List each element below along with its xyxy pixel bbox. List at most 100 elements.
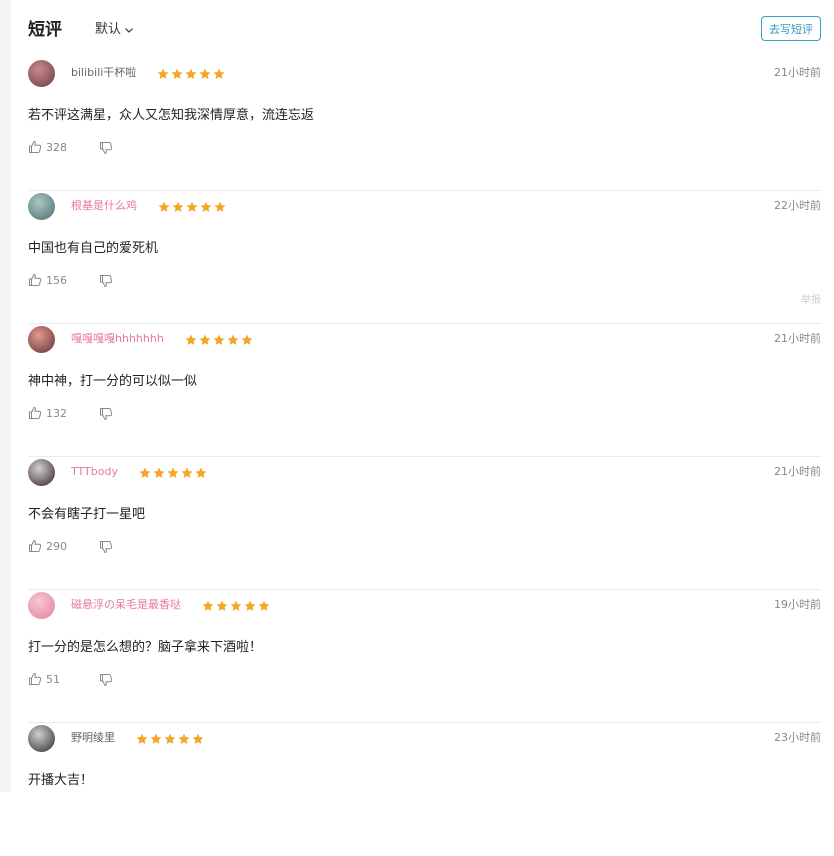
like-count: 156	[46, 273, 67, 287]
review-actions: 51	[28, 671, 113, 687]
write-review-button[interactable]: 去写短评	[761, 16, 821, 41]
thumbs-down-icon	[100, 408, 113, 421]
thumbs-up-icon	[29, 406, 42, 419]
star-icon	[244, 600, 256, 611]
dislike-button[interactable]	[99, 540, 113, 554]
report-link[interactable]: 举报	[801, 291, 821, 306]
review-text: 若不评这满星，众人又怎知我深情厚意，流连忘返	[28, 108, 315, 123]
review-list: bilibili干杯啦 21小时前 若不评这满星，众人又怎知我深情厚意，流连忘返…	[28, 58, 821, 856]
section-title: 短评	[28, 20, 62, 40]
thumbs-down-icon	[100, 674, 113, 687]
like-button[interactable]: 328	[28, 140, 67, 154]
thumbs-up-icon	[29, 539, 42, 552]
username[interactable]: 野明绫里	[71, 731, 115, 745]
review-item: 野明绫里 23小时前 开播大吉！	[28, 723, 821, 856]
star-icon	[185, 68, 197, 79]
dislike-button[interactable]	[99, 407, 113, 421]
like-count: 132	[46, 406, 67, 420]
dislike-button[interactable]	[99, 274, 113, 288]
star-icon	[258, 600, 270, 611]
star-icon	[157, 68, 169, 79]
timestamp: 23小时前	[774, 731, 821, 744]
like-button[interactable]: 132	[28, 406, 67, 420]
star-icon	[199, 334, 211, 345]
star-icon	[230, 600, 242, 611]
star-icon	[213, 68, 225, 79]
review-actions: 328	[28, 139, 113, 155]
thumbs-down-icon	[100, 275, 113, 288]
review-text: 不会有瞎子打一星吧	[28, 507, 146, 522]
thumbs-up-icon	[29, 140, 42, 153]
like-count: 328	[46, 140, 67, 154]
star-icon	[178, 733, 190, 744]
like-button[interactable]: 51	[28, 672, 60, 686]
star-icon	[192, 733, 204, 744]
star-icon	[181, 467, 193, 478]
star-rating	[139, 467, 207, 479]
review-text: 开播大吉！	[28, 773, 94, 788]
timestamp: 21小时前	[774, 66, 821, 79]
star-rating	[158, 201, 226, 213]
like-button[interactable]: 290	[28, 539, 67, 553]
star-rating	[202, 600, 270, 612]
username[interactable]: TTTbody	[71, 465, 118, 479]
star-icon	[199, 68, 211, 79]
username[interactable]: 磁悬浮の呆毛是最香哒	[71, 598, 181, 612]
thumbs-down-icon	[100, 142, 113, 155]
timestamp: 21小时前	[774, 332, 821, 345]
star-icon	[214, 201, 226, 212]
avatar[interactable]	[28, 60, 55, 87]
chevron-down-icon	[125, 28, 133, 33]
review-item: 根基是什么鸡 22小时前 中国也有自己的爱死机 156 举报	[28, 191, 821, 324]
star-icon	[172, 201, 184, 212]
review-item: 嘎嘎嘎嘎hhhhhhh 21小时前 神中神，打一分的可以似一似 132	[28, 324, 821, 457]
star-icon	[167, 467, 179, 478]
timestamp: 21小时前	[774, 465, 821, 478]
review-item: 磁悬浮の呆毛是最香哒 19小时前 打一分的是怎么想的？脑子拿来下酒啦！ 51	[28, 590, 821, 723]
star-icon	[195, 467, 207, 478]
review-text: 神中神，打一分的可以似一似	[28, 374, 198, 389]
review-actions: 290	[28, 538, 113, 554]
star-icon	[171, 68, 183, 79]
review-actions: 156	[28, 272, 113, 288]
avatar[interactable]	[28, 459, 55, 486]
avatar[interactable]	[28, 592, 55, 619]
avatar[interactable]	[28, 725, 55, 752]
review-actions: 132	[28, 405, 113, 421]
star-icon	[164, 733, 176, 744]
dislike-button[interactable]	[99, 141, 113, 155]
star-icon	[213, 334, 225, 345]
sort-dropdown[interactable]: 默认	[95, 16, 134, 44]
review-text: 打一分的是怎么想的？脑子拿来下酒啦！	[28, 640, 263, 655]
star-rating	[185, 334, 253, 346]
thumbs-down-icon	[100, 541, 113, 554]
avatar[interactable]	[28, 326, 55, 353]
star-icon	[185, 334, 197, 345]
section-header: 短评 默认 去写短评	[28, 16, 821, 44]
like-count: 51	[46, 672, 60, 686]
avatar[interactable]	[28, 193, 55, 220]
star-rating	[157, 68, 225, 80]
username[interactable]: 根基是什么鸡	[71, 199, 137, 213]
like-button[interactable]: 156	[28, 273, 67, 287]
thumbs-up-icon	[29, 672, 42, 685]
star-icon	[153, 467, 165, 478]
star-icon	[186, 201, 198, 212]
star-rating	[136, 733, 204, 745]
review-item: bilibili干杯啦 21小时前 若不评这满星，众人又怎知我深情厚意，流连忘返…	[28, 58, 821, 191]
thumbs-up-icon	[29, 273, 42, 286]
star-icon	[202, 600, 214, 611]
timestamp: 22小时前	[774, 199, 821, 212]
star-icon	[158, 201, 170, 212]
review-text: 中国也有自己的爱死机	[28, 241, 159, 256]
star-icon	[216, 600, 228, 611]
star-icon	[200, 201, 212, 212]
username[interactable]: 嘎嘎嘎嘎hhhhhhh	[71, 332, 164, 346]
sort-label: 默认	[95, 22, 122, 37]
review-item: TTTbody 21小时前 不会有瞎子打一星吧 290	[28, 457, 821, 590]
left-gutter	[0, 0, 11, 792]
username[interactable]: bilibili干杯啦	[71, 66, 136, 80]
star-icon	[241, 334, 253, 345]
timestamp: 19小时前	[774, 598, 821, 611]
dislike-button[interactable]	[99, 673, 113, 687]
